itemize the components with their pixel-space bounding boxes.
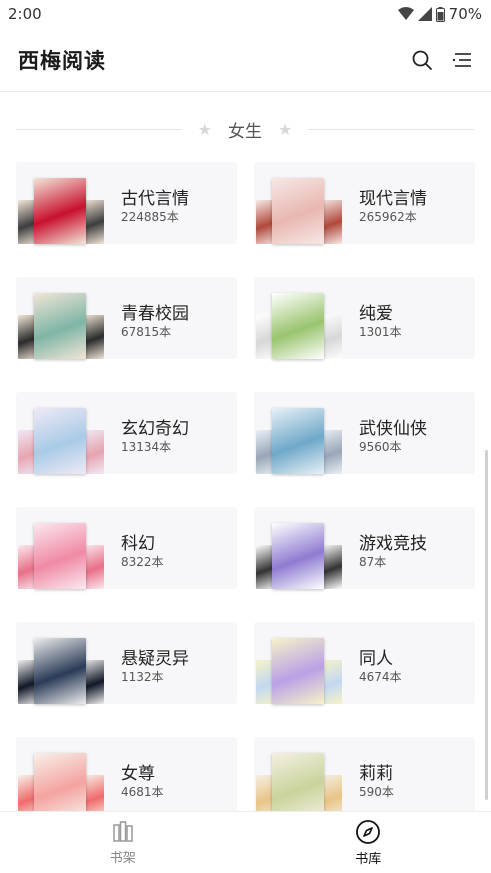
category-name: 青春校园: [121, 304, 189, 324]
book-covers: [254, 737, 342, 819]
book-covers: [16, 622, 104, 704]
category-name: 科幻: [121, 534, 155, 554]
book-cover-image: [34, 293, 86, 359]
category-card[interactable]: 同人 4674本: [254, 622, 475, 704]
book-covers: [16, 737, 104, 819]
category-name: 玄幻奇幻: [121, 419, 189, 439]
nav-bookshelf[interactable]: 书架: [0, 812, 246, 873]
category-count: 265962本: [359, 210, 417, 224]
nav-library[interactable]: 书库: [246, 812, 491, 873]
category-card[interactable]: 古代言情 224885本: [16, 162, 237, 244]
nav-label: 书库: [355, 851, 382, 867]
category-name: 纯爱: [359, 304, 393, 324]
section-header: ★ 女生 ★: [16, 114, 474, 144]
category-name: 悬疑灵异: [121, 649, 189, 669]
book-covers: [254, 277, 342, 359]
book-covers: [254, 162, 342, 244]
category-name: 武侠仙侠: [359, 419, 427, 439]
book-covers: [16, 277, 104, 359]
category-name: 同人: [359, 649, 393, 669]
category-card[interactable]: 悬疑灵异 1132本: [16, 622, 237, 704]
book-cover-image: [272, 523, 324, 589]
book-cover-image: [34, 178, 86, 244]
category-card[interactable]: 游戏竞技 87本: [254, 507, 475, 589]
category-count: 4681本: [121, 785, 164, 799]
category-name: 莉莉: [359, 764, 393, 784]
filter-menu-icon[interactable]: [451, 49, 473, 71]
category-count: 87本: [359, 555, 387, 569]
star-icon: ★: [197, 119, 212, 139]
category-card[interactable]: 青春校园 67815本: [16, 277, 237, 359]
book-cover-image: [34, 408, 86, 474]
book-cover-image: [272, 293, 324, 359]
category-count: 224885本: [121, 210, 179, 224]
book-covers: [16, 162, 104, 244]
status-bar: 2:00 70%: [0, 0, 491, 28]
category-count: 590本: [359, 785, 394, 799]
search-icon[interactable]: [411, 49, 433, 71]
category-card[interactable]: 莉莉 590本: [254, 737, 475, 819]
scrollbar[interactable]: [485, 450, 488, 800]
category-card[interactable]: 武侠仙侠 9560本: [254, 392, 475, 474]
category-card[interactable]: 女尊 4681本: [16, 737, 237, 819]
app-title: 西梅阅读: [18, 48, 106, 73]
category-card[interactable]: 现代言情 265962本: [254, 162, 475, 244]
book-cover-image: [272, 753, 324, 819]
category-count: 1301本: [359, 325, 402, 339]
compass-icon: [356, 819, 381, 844]
book-cover-image: [34, 638, 86, 704]
category-count: 8322本: [121, 555, 164, 569]
battery-icon: [435, 6, 445, 22]
category-count: 1132本: [121, 670, 164, 684]
category-card[interactable]: 科幻 8322本: [16, 507, 237, 589]
book-covers: [254, 622, 342, 704]
category-count: 13134本: [121, 440, 172, 454]
category-name: 游戏竞技: [359, 534, 427, 554]
book-cover-image: [272, 178, 324, 244]
signal-icon: [417, 7, 432, 21]
category-card[interactable]: 玄幻奇幻 13134本: [16, 392, 237, 474]
category-name: 女尊: [121, 764, 155, 784]
wifi-icon: [397, 7, 414, 20]
category-count: 4674本: [359, 670, 402, 684]
status-time: 2:00: [8, 5, 42, 23]
book-covers: [16, 392, 104, 474]
book-cover-image: [272, 408, 324, 474]
category-name: 古代言情: [121, 189, 189, 209]
section-title: 女生: [228, 121, 262, 142]
book-covers: [254, 507, 342, 589]
battery-percent: 70%: [448, 5, 482, 23]
divider-right: [308, 128, 474, 130]
app-bar: 西梅阅读: [0, 28, 491, 92]
book-cover-image: [34, 753, 86, 819]
bookshelf-icon: [113, 820, 133, 842]
divider-left: [16, 128, 182, 130]
category-card[interactable]: 纯爱 1301本: [254, 277, 475, 359]
app-actions: [411, 49, 473, 71]
book-covers: [16, 507, 104, 589]
category-count: 9560本: [359, 440, 402, 454]
nav-label: 书架: [109, 850, 136, 866]
bottom-nav: 书架 书库: [0, 811, 491, 873]
category-name: 现代言情: [359, 189, 427, 209]
star-icon: ★: [278, 119, 293, 139]
book-cover-image: [34, 523, 86, 589]
book-cover-image: [272, 638, 324, 704]
status-icons: 70%: [397, 5, 482, 23]
category-count: 67815本: [121, 325, 172, 339]
book-covers: [254, 392, 342, 474]
